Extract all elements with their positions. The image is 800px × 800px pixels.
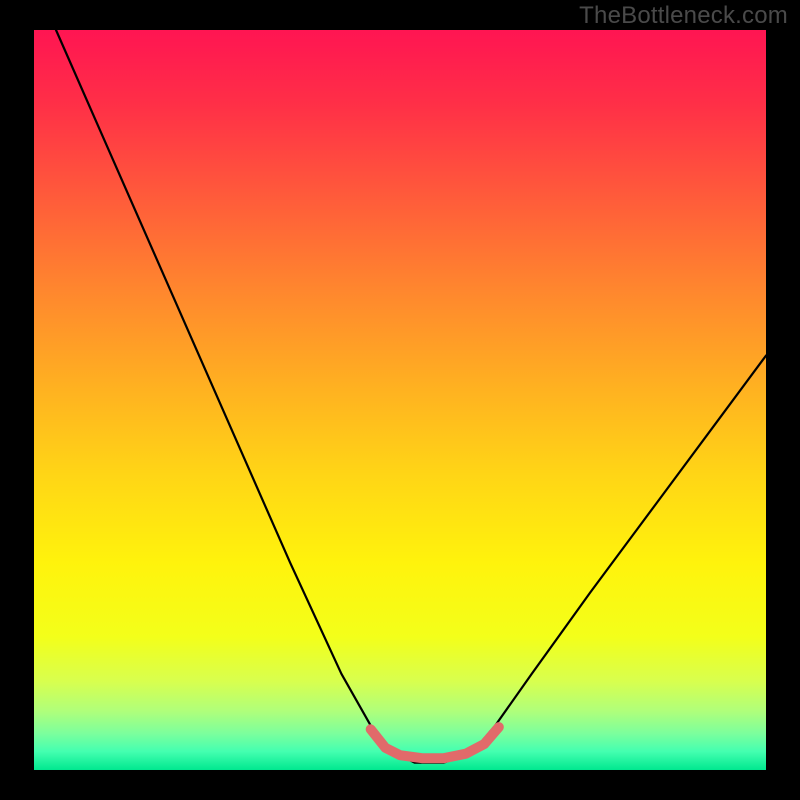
chart-frame: TheBottleneck.com — [0, 0, 800, 800]
bottleneck-chart — [0, 0, 800, 800]
watermark-text: TheBottleneck.com — [579, 2, 788, 30]
plot-background — [34, 30, 766, 770]
